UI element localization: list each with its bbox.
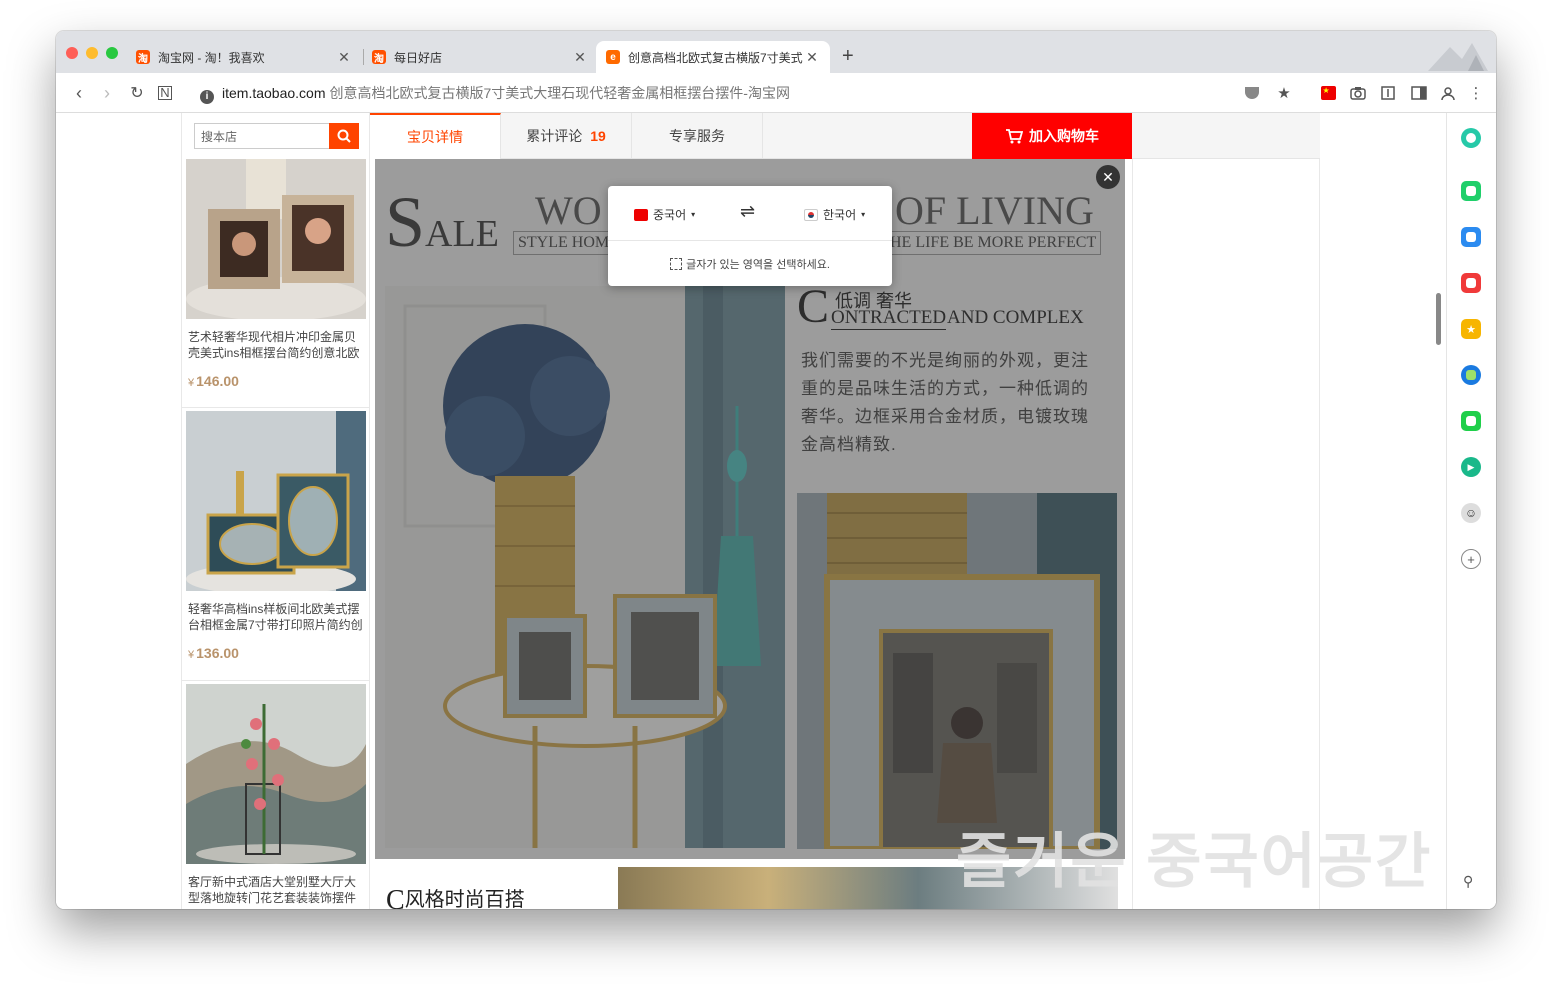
store-product-card[interactable]: 轻奢华高档ins样板间北欧美式摆台相框金属7寸带打印照片简约创 ¥136.00 — [182, 409, 369, 681]
maximize-window-button[interactable] — [106, 47, 118, 59]
tmall-icon: e — [606, 50, 620, 64]
page-scrollbar[interactable] — [1436, 293, 1441, 345]
menu-dots-icon[interactable]: ⋮ — [1466, 83, 1486, 103]
product-image[interactable] — [185, 411, 366, 591]
product-tabs-bar: 宝贝详情 累计评论 19 专享服务 — [370, 113, 1320, 159]
select-area-hint[interactable]: 글자가 있는 영역을 선택하세요. — [608, 256, 892, 272]
pocket-sidebar-icon[interactable] — [1461, 273, 1481, 293]
browser-tab[interactable]: 淘 每日好店 ✕ — [362, 41, 598, 73]
taobao-icon: 淘 — [372, 50, 386, 65]
source-language-select[interactable]: 중국어 ▾ — [634, 206, 695, 223]
play-icon[interactable]: ▶ — [1461, 457, 1481, 477]
photo-frames-image — [185, 159, 366, 319]
language-row: 중국어 ▾ ⇌ 한국어 ▾ — [608, 186, 892, 241]
url-path: 创意高档北欧式复古横版7寸美式大理石现代轻奢金属相框摆台摆件-淘宝网 — [329, 85, 790, 101]
product-price: ¥136.00 — [188, 645, 239, 661]
info-icon[interactable]: i — [200, 90, 214, 104]
avatar-icon[interactable]: ☺ — [1461, 503, 1481, 523]
url-domain: item.taobao.com — [222, 85, 326, 101]
browser-toolbar: ‹ › ↻ N i item.taobao.com 创意高档北欧式复古横版7寸美式大… — [56, 73, 1496, 113]
product-name[interactable]: 艺术轻奢华现代相片冲印金属贝壳美式ins相框摆台简约创意北欧 — [188, 329, 363, 361]
browser-window: 淘 淘宝网 - 淘！我喜欢 ✕ 淘 每日好店 ✕ e 创意高档北欧式复古横版7寸… — [56, 31, 1496, 909]
close-window-button[interactable] — [66, 47, 78, 59]
select-area-icon — [670, 258, 683, 270]
target-language-select[interactable]: 한국어 ▾ — [804, 206, 865, 223]
store-product-card[interactable]: 艺术轻奢华现代相片冲印金属贝壳美式ins相框摆台简约创意北欧 ¥146.00 — [182, 157, 369, 408]
browser-tab-active[interactable]: e 创意高档北欧式复古横版7寸美式 ✕ — [596, 41, 830, 73]
tab-title: 淘宝网 - 淘！我喜欢 — [158, 50, 265, 65]
search-button[interactable] — [329, 123, 359, 149]
translator-popup: 중국어 ▾ ⇌ 한국어 ▾ 글자가 있는 영역을 선택하세요. — [608, 186, 892, 286]
tab-item-details[interactable]: 宝贝详情 — [370, 113, 501, 159]
whale-sidebar-icon[interactable] — [1461, 128, 1481, 148]
tab-services[interactable]: 专享服务 — [632, 113, 763, 159]
flower-arrangement-image — [185, 684, 366, 864]
china-flag-extension-icon[interactable]: ★ — [1318, 83, 1338, 103]
page-content: 搜本店 艺术轻奢华现代相片冲印金属贝壳美式ins相框摆台简约创意北欧 ¥ 146… — [56, 113, 1496, 909]
add-sidebar-icon[interactable]: + — [1461, 549, 1481, 569]
product-image[interactable] — [185, 684, 366, 864]
browser-tab[interactable]: 淘 淘宝网 - 淘！我喜欢 ✕ — [126, 41, 362, 73]
translate-sidebar-icon[interactable] — [1461, 365, 1481, 385]
reader-mode-icon[interactable]: N — [158, 86, 172, 100]
cart-icon — [1006, 129, 1023, 144]
notification-icon[interactable] — [1461, 181, 1481, 201]
right-column — [1132, 159, 1320, 909]
reload-icon[interactable]: ↻ — [126, 83, 148, 103]
store-search-input[interactable]: 搜本店 — [194, 123, 330, 149]
line-icon[interactable] — [1461, 411, 1481, 431]
pocket-icon[interactable] — [1242, 83, 1262, 103]
next-section-heading: C风格时尚百搭 — [386, 885, 525, 909]
product-image[interactable] — [185, 159, 366, 319]
product-price: ¥146.00 — [188, 373, 239, 389]
korea-flag-icon — [804, 208, 818, 221]
close-tab-icon[interactable]: ✕ — [336, 49, 352, 66]
sidebar-toggle-icon[interactable] — [1409, 83, 1429, 103]
close-tab-icon[interactable]: ✕ — [572, 49, 588, 66]
photo-frames-image — [185, 411, 366, 591]
forward-icon[interactable]: › — [96, 83, 118, 104]
pin-icon[interactable]: ⚲ — [1463, 873, 1473, 890]
close-tab-icon[interactable]: ✕ — [804, 49, 820, 66]
search-icon — [337, 129, 351, 143]
calendar-icon[interactable] — [1461, 227, 1481, 247]
window-controls — [66, 47, 118, 59]
store-product-card[interactable]: 客厅新中式酒店大堂别墅大厅大型落地旋转门花艺套装装饰摆件 — [182, 682, 369, 909]
text-extension-icon[interactable] — [1378, 83, 1398, 103]
favorites-icon[interactable]: ★ — [1461, 319, 1481, 339]
taobao-icon: 淘 — [136, 50, 150, 65]
back-icon[interactable]: ‹ — [68, 83, 90, 104]
address-bar[interactable]: i item.taobao.com 创意高档北欧式复古横版7寸美式大理石现代轻奢金属… — [200, 83, 790, 104]
bookmark-star-icon[interactable]: ★ — [1274, 83, 1294, 103]
china-flag-icon — [634, 208, 648, 221]
tab-title: 每日好店 — [394, 50, 443, 65]
watermark-text: 즐거운 중국어공간 — [956, 828, 1433, 895]
swap-languages-icon[interactable]: ⇌ — [740, 201, 755, 222]
product-name[interactable]: 轻奢华高档ins样板间北欧美式摆台相框金属7寸带打印照片简约创 — [188, 601, 363, 633]
add-to-cart-button[interactable]: 加入购物车 — [972, 113, 1132, 159]
tab-reviews[interactable]: 累计评论 19 — [501, 113, 632, 159]
tab-title: 创意高档北欧式复古横版7寸美式 — [628, 50, 803, 65]
review-count: 19 — [590, 128, 606, 144]
camera-icon[interactable] — [1348, 83, 1368, 103]
new-tab-button[interactable]: + — [842, 45, 854, 68]
mountain-decoration-icon — [1428, 43, 1488, 71]
tab-strip: 淘 淘宝网 - 淘！我喜欢 ✕ 淘 每日好店 ✕ e 创意高档北欧式复古横版7寸… — [56, 31, 1496, 73]
product-name[interactable]: 客厅新中式酒店大堂别墅大厅大型落地旋转门花艺套装装饰摆件 — [188, 874, 363, 906]
profile-icon[interactable] — [1438, 83, 1458, 103]
close-overlay-button[interactable]: ✕ — [1096, 165, 1120, 189]
minimize-window-button[interactable] — [86, 47, 98, 59]
browser-sidebar: ★ ▶ ☺ + ⚲ — [1446, 113, 1496, 909]
